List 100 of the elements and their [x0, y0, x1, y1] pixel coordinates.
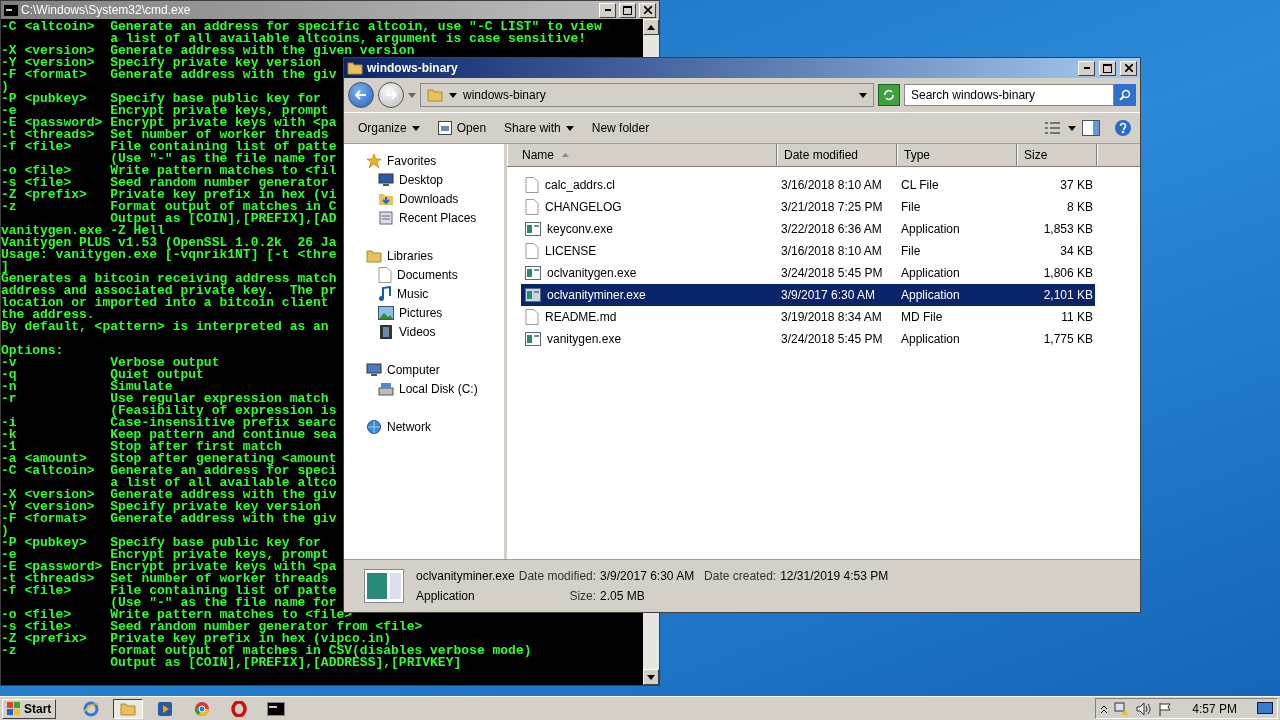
file-row[interactable]: CHANGELOG 3/21/2018 7:25 PM File 8 KB — [521, 196, 1095, 218]
console-line: -X <version> Generate address with the giv — [1, 489, 337, 501]
folder-icon — [427, 87, 443, 103]
help-icon[interactable] — [1114, 119, 1132, 137]
console-line: -z Format output of matches in C — [1, 201, 337, 213]
console-line: Usage: vanitygen.exe [-vqnrik1NT] [-t <thre — [1, 249, 337, 261]
nav-item[interactable]: Recent Places — [344, 208, 504, 227]
toolbar-button[interactable]: Organize — [352, 118, 426, 138]
address-bar[interactable]: windows-binary — [420, 83, 874, 107]
maximize-button[interactable] — [1099, 60, 1116, 76]
maximize-button[interactable] — [619, 2, 636, 18]
windows-logo-icon — [7, 701, 21, 716]
column-header[interactable]: Date modified — [777, 144, 897, 166]
minimize-button[interactable] — [1078, 60, 1095, 76]
console-line: -X <version> Generate address with the given version — [1, 45, 415, 57]
console-line: -q Quiet output — [1, 369, 204, 381]
preview-pane-icon[interactable] — [1082, 120, 1100, 136]
taskbar-app-button[interactable] — [113, 698, 144, 719]
file-row[interactable]: README.md 3/19/2018 8:34 AM MD File 11 KB — [521, 306, 1095, 328]
search-icon — [1119, 89, 1131, 101]
nav-item[interactable]: Pictures — [344, 303, 504, 322]
recent-icon — [378, 209, 394, 226]
globe-icon — [366, 418, 382, 435]
sort-icon — [562, 153, 569, 157]
column-header[interactable]: Type — [897, 144, 1017, 166]
caret-icon — [647, 674, 655, 680]
console-line: -Z <prefix> Private key prefix in hex (vi — [1, 189, 337, 201]
nav-item[interactable]: Libraries — [344, 246, 504, 265]
file-type: CL File — [901, 178, 939, 192]
column-header[interactable]: Name — [507, 144, 777, 166]
file-row[interactable]: vanitygen.exe 3/24/2018 5:45 PM Application 1,775 KB — [521, 328, 1095, 350]
console-line: -s <file> Seed random number generator — [1, 177, 329, 189]
file-name: oclvanityminer.exe — [547, 288, 646, 302]
start-button[interactable]: Start — [2, 698, 57, 719]
column-header[interactable]: Size — [1017, 144, 1097, 166]
window-icon — [525, 288, 541, 302]
field-value: 3/9/2017 6:30 AM — [600, 569, 696, 583]
console-line: ) — [1, 525, 9, 537]
console-line: Options: — [1, 345, 64, 357]
field-value: 12/31/2019 4:53 PM — [780, 569, 889, 583]
file-row[interactable]: oclvanityminer.exe 3/9/2017 6:30 AM Application 2,101 KB — [521, 284, 1095, 306]
speaker-icon[interactable] — [1136, 701, 1153, 716]
file-type: Application — [901, 332, 960, 346]
film-icon — [378, 323, 394, 340]
file-name: oclvanitygen.exe — [547, 266, 637, 280]
nav-item[interactable]: Desktop — [344, 170, 504, 189]
console-line: -t <threads> Set number of worker threads — [1, 129, 329, 141]
console-line: a list of all available altco — [109, 477, 337, 489]
arrow-icon — [385, 90, 397, 100]
search-field[interactable]: Search windows-binary — [904, 84, 1114, 106]
console-line: -F <format> Generate address with the giv — [1, 513, 337, 525]
arrow-icon — [355, 90, 367, 100]
toolbar-button[interactable]: New folder — [585, 118, 656, 138]
caret-icon — [647, 24, 655, 30]
file-row[interactable]: keyconv.exe 3/22/2018 6:36 AM Application 1,853 KB — [521, 218, 1095, 240]
close-button[interactable] — [1120, 60, 1137, 76]
file-row[interactable]: LICENSE 3/16/2018 8:10 AM File 34 KB — [521, 240, 1095, 262]
date-modified: 3/22/2018 6:36 AM — [781, 222, 882, 236]
toolbar-button[interactable]: Open — [431, 118, 493, 138]
scroll-down-button[interactable] — [643, 669, 659, 685]
nav-item[interactable]: Documents — [344, 265, 504, 284]
console-line: ) — [1, 81, 9, 93]
search-button[interactable] — [1114, 84, 1136, 106]
show-desktop-icon[interactable] — [1257, 701, 1273, 716]
window-icon — [525, 266, 541, 280]
back-button[interactable] — [348, 82, 374, 108]
flag-icon[interactable] — [1158, 701, 1173, 716]
file-name: vanitygen.exe — [547, 332, 622, 346]
forward-button[interactable] — [378, 82, 404, 108]
chevron-icon[interactable] — [1100, 703, 1109, 714]
console-line: a list of all available altcoins, argument is case sensitive! — [109, 33, 587, 45]
nav-item[interactable]: Favorites — [344, 151, 504, 170]
star-icon — [366, 152, 382, 169]
nav-item[interactable]: Local Disk (C:) — [344, 379, 504, 398]
file-type: Application — [901, 222, 960, 236]
document-icon — [525, 309, 539, 325]
console-line: Generates a bitcoin receiving address match — [1, 273, 337, 285]
console-line: (Use "-" as the file name for — [109, 153, 337, 165]
minimize-button[interactable] — [599, 2, 616, 18]
globe-icon — [83, 700, 100, 717]
date-modified: 3/19/2018 8:34 AM — [781, 310, 882, 324]
nav-item[interactable]: Network — [344, 417, 504, 436]
file-row[interactable]: calc_addrs.cl 3/16/2018 8:10 AM CL File 37 KB — [521, 174, 1095, 196]
console-line: By default, <pattern> is interpreted as an — [1, 321, 329, 333]
file-row[interactable]: oclvanitygen.exe 3/24/2018 5:45 PM Application 1,806 KB — [521, 262, 1095, 284]
nav-item[interactable]: Videos — [344, 322, 504, 341]
close-button[interactable] — [639, 2, 656, 18]
network-icon[interactable] — [1114, 701, 1131, 716]
nav-item[interactable]: Music — [344, 284, 504, 303]
scroll-up-button[interactable] — [643, 19, 659, 35]
caret-icon — [449, 92, 457, 98]
refresh-button[interactable] — [878, 84, 900, 106]
toolbar-button[interactable]: Share with — [498, 118, 580, 138]
window-icon — [437, 121, 452, 135]
nav-item[interactable]: Computer — [344, 360, 504, 379]
console-line: Output as [COIN],[PREFIX],[ADDRESS],[PRIVKEY] — [109, 657, 462, 669]
file-type: File — [901, 200, 921, 214]
nav-item[interactable]: Downloads — [344, 189, 504, 208]
date-modified: 3/16/2018 8:10 AM — [781, 244, 882, 258]
view-icon[interactable] — [1044, 121, 1062, 135]
